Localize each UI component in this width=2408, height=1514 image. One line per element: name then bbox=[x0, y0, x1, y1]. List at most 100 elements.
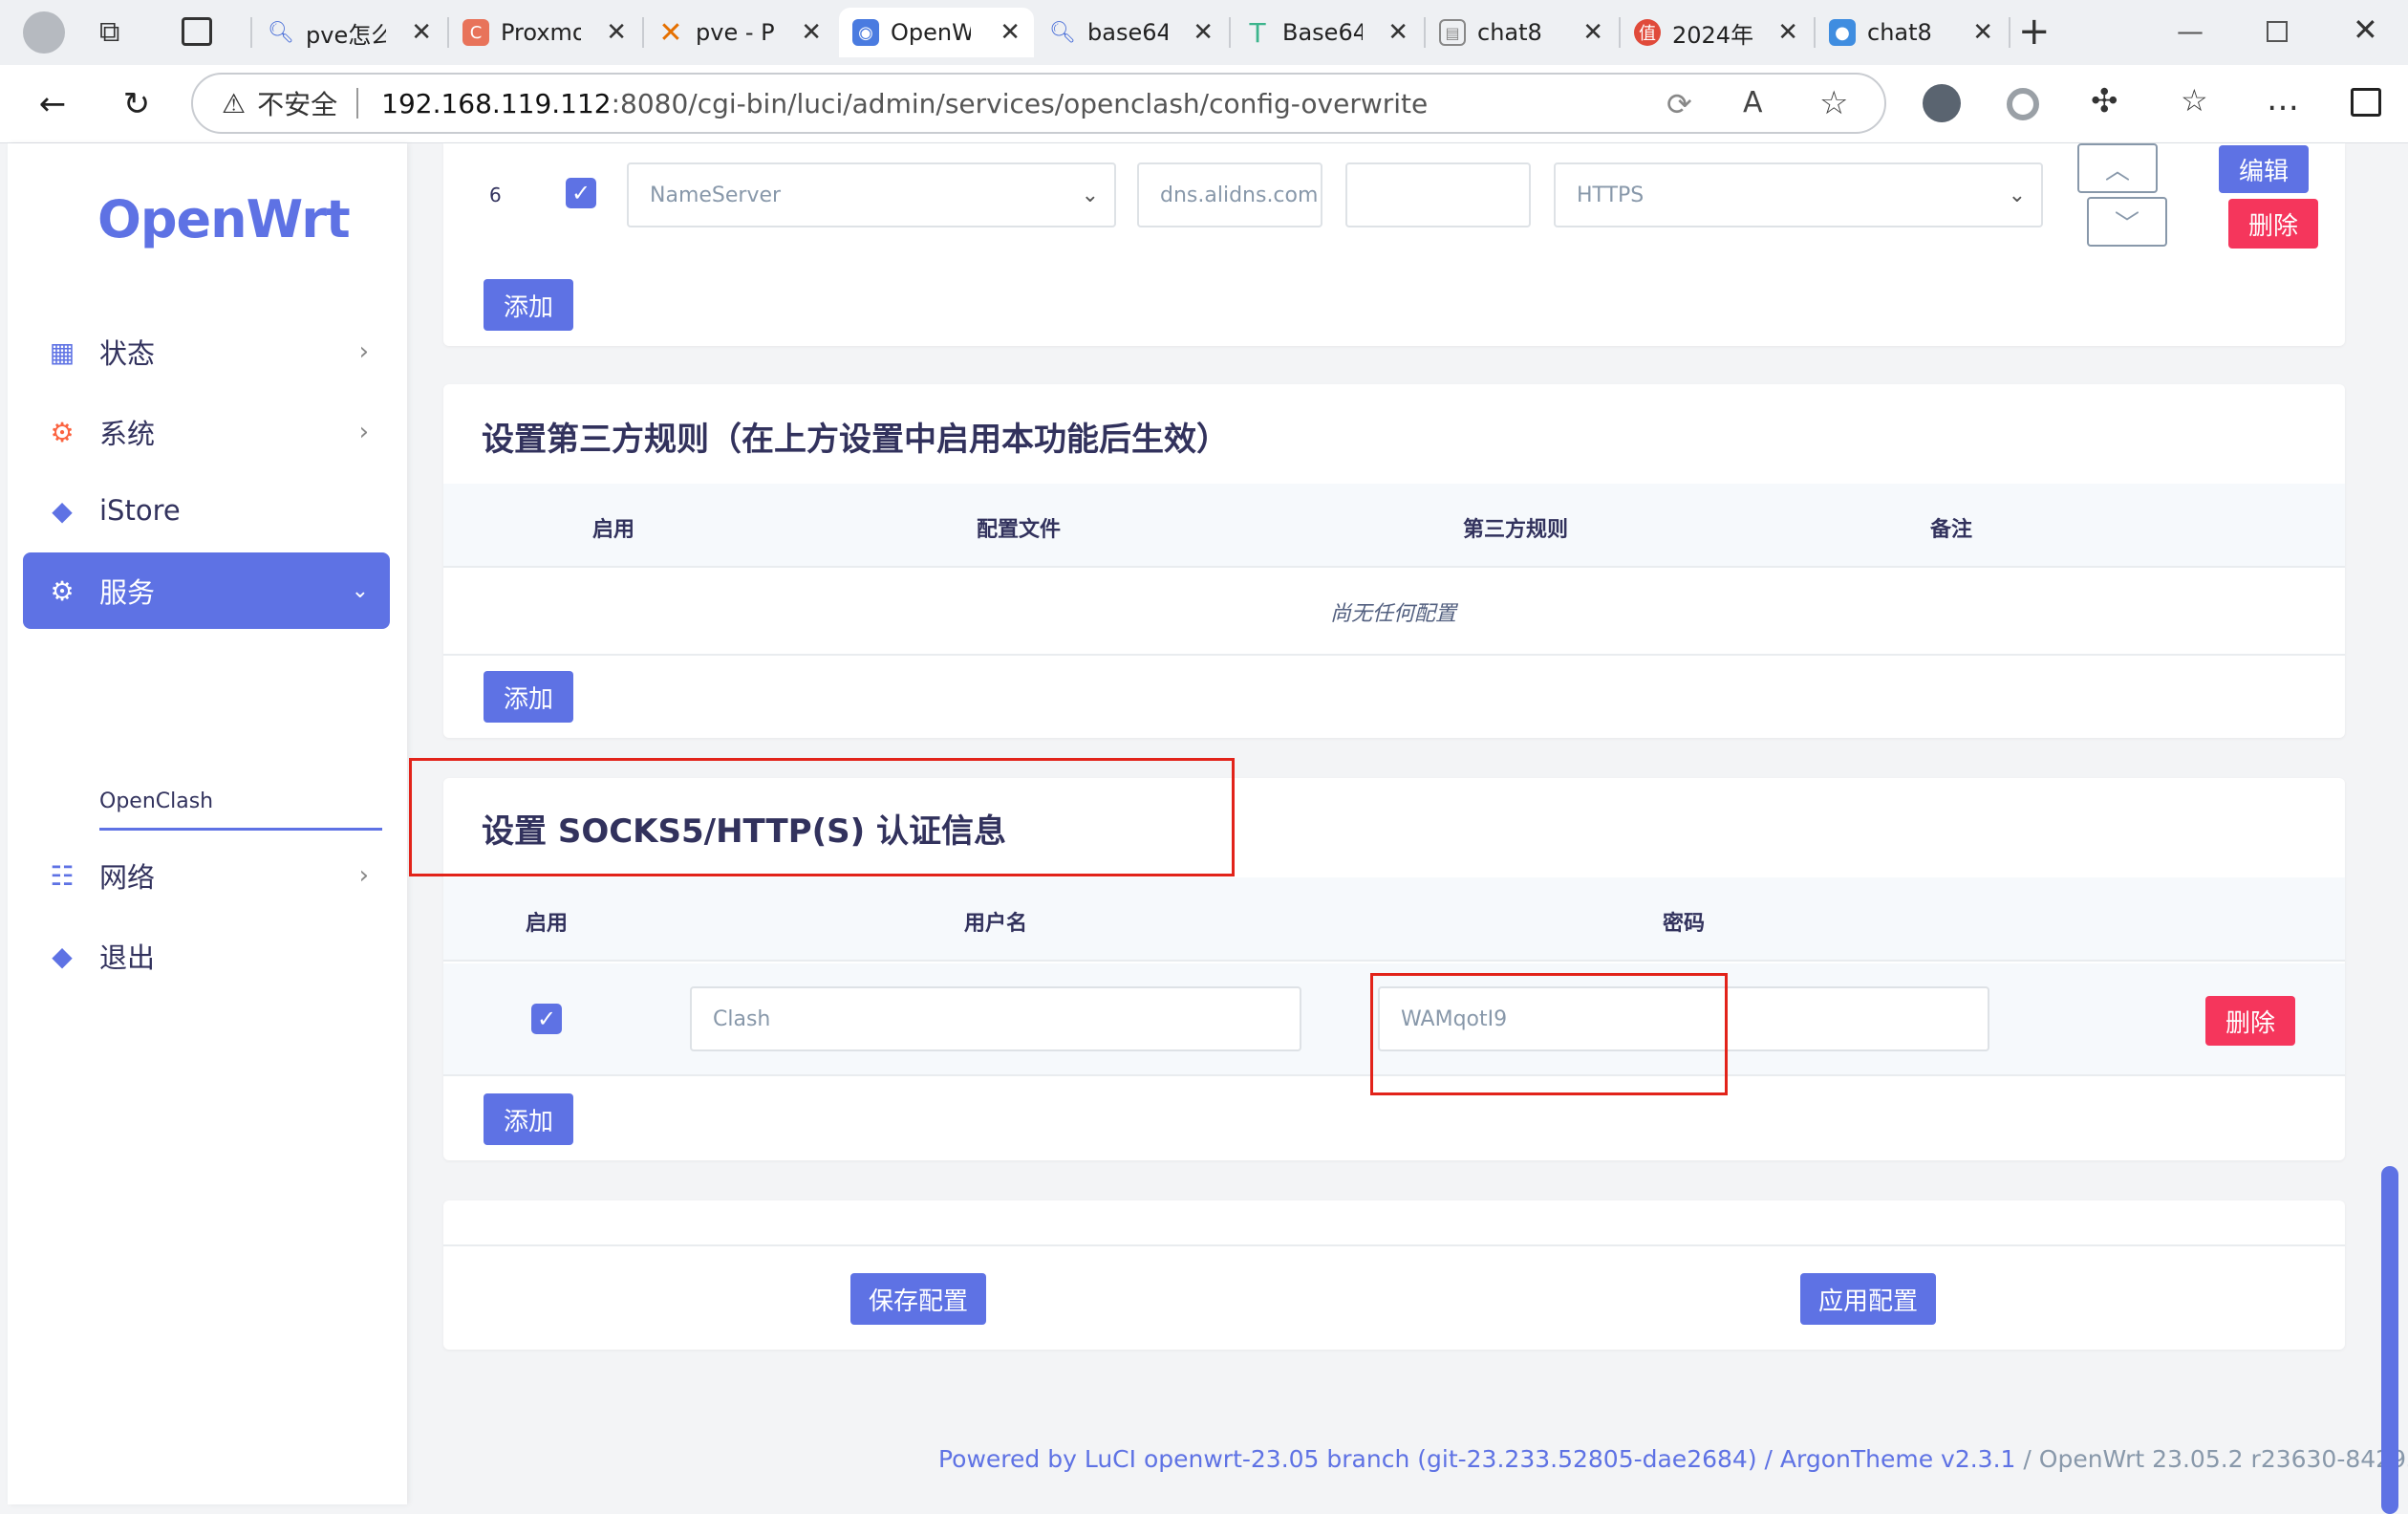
gear-icon: ⚙ bbox=[50, 416, 75, 448]
page-scrollbar[interactable] bbox=[2381, 1166, 2398, 1514]
close-tab-icon[interactable]: ✕ bbox=[1972, 18, 1993, 47]
sidebar-item-label: 退出 bbox=[99, 941, 156, 974]
close-tab-icon[interactable]: ✕ bbox=[411, 18, 432, 47]
record-icon[interactable] bbox=[2007, 88, 2039, 120]
profile-avatar[interactable] bbox=[23, 11, 65, 54]
input-value: Clash bbox=[713, 1006, 771, 1031]
browser-tab[interactable]: ▤ chat8 ✕ bbox=[1426, 8, 1617, 57]
chat-icon: ● bbox=[1829, 19, 1856, 46]
extension-icon[interactable] bbox=[1923, 84, 1961, 122]
empty-row-divider bbox=[443, 654, 2345, 656]
refresh-page-icon[interactable]: ⟳ bbox=[1666, 86, 1692, 122]
browser-tab[interactable]: T Base64 ✕ bbox=[1231, 8, 1422, 57]
edit-button[interactable]: 编辑 bbox=[2219, 145, 2309, 193]
footer-powered-link[interactable]: Powered by LuCI openwrt-23.05 branch (gi… bbox=[938, 1445, 1757, 1473]
column-header: 第三方规则 bbox=[1462, 518, 1569, 542]
sidebar-item-network[interactable]: ☷ 网络 › bbox=[23, 837, 390, 914]
sidebar-item-logout[interactable]: ◆ 退出 bbox=[23, 918, 390, 994]
chevron-down-icon: ⌄ bbox=[351, 578, 369, 603]
more-menu-icon[interactable]: … bbox=[2267, 80, 2299, 119]
sidebar-toggle-icon[interactable] bbox=[2351, 88, 2381, 117]
add-button[interactable]: 添加 bbox=[484, 1093, 573, 1145]
column-header: 配置文件 bbox=[976, 518, 1062, 542]
sidebar-item-status[interactable]: ▦ 状态 › bbox=[23, 314, 390, 390]
close-tab-icon[interactable]: ✕ bbox=[1582, 18, 1603, 47]
add-button[interactable]: 添加 bbox=[484, 671, 573, 723]
new-tab-icon[interactable]: + bbox=[2018, 10, 2051, 54]
dns-port-input[interactable] bbox=[1345, 162, 1531, 227]
search-icon: 🔍︎ bbox=[1049, 20, 1076, 45]
workspaces-icon[interactable]: ⧉ bbox=[99, 15, 134, 50]
tab-title: base64 bbox=[1087, 19, 1168, 46]
sidebar-item-system[interactable]: ⚙ 系统 › bbox=[23, 394, 390, 470]
browser-tab[interactable]: 🔍︎ base64 ✕ bbox=[1036, 8, 1227, 57]
browser-tab[interactable]: C Proxmox ✕ bbox=[449, 8, 640, 57]
delete-button[interactable]: 删除 bbox=[2205, 996, 2295, 1046]
restore-icon[interactable] bbox=[2267, 21, 2288, 42]
extensions-puzzle-icon[interactable]: ✣ bbox=[2091, 82, 2118, 120]
column-header: 用户名 bbox=[963, 912, 1028, 936]
close-tab-icon[interactable]: ✕ bbox=[1000, 18, 1021, 47]
url-bar[interactable]: ⚠ 不安全 192.168.119.112 :8080/cgi-bin/luci… bbox=[191, 73, 1886, 134]
browser-tab[interactable]: ✕ pve - Pr ✕ bbox=[644, 8, 835, 57]
move-up-button[interactable]: ︿ bbox=[2077, 143, 2158, 193]
tab-title: Proxmox bbox=[501, 19, 581, 46]
minimize-icon[interactable]: — bbox=[2177, 15, 2204, 47]
column-header: 启用 bbox=[525, 912, 569, 936]
network-icon: ☷ bbox=[50, 859, 75, 892]
dns-address-input[interactable]: dns.alidns.com bbox=[1137, 162, 1322, 227]
browser-tab[interactable]: ● chat8 ✕ bbox=[1816, 8, 2007, 57]
cube-icon: ◆ bbox=[52, 940, 73, 972]
browser-tab[interactable]: 值 2024年 ✕ bbox=[1621, 8, 1812, 57]
tab-actions-icon[interactable] bbox=[182, 17, 212, 46]
sidebar-item-istore[interactable]: ◆ iStore bbox=[23, 472, 390, 549]
footer-theme-link[interactable]: ArgonTheme v2.3.1 bbox=[1780, 1445, 2016, 1473]
browser-tab[interactable]: 🔍︎ pve怎么 ✕ bbox=[254, 8, 445, 57]
table-header: 启用 配置文件 第三方规则 备注 bbox=[443, 484, 2345, 568]
sidebar-item-label: 网络 bbox=[99, 861, 156, 894]
close-tab-icon[interactable]: ✕ bbox=[1387, 18, 1408, 47]
openwrt-logo[interactable]: OpenWrt bbox=[97, 189, 351, 249]
tool-icon: T bbox=[1249, 16, 1266, 49]
refresh-icon[interactable]: ↻ bbox=[113, 80, 161, 128]
dns-server-card: 6 ✓ NameServer ⌄ dns.alidns.com HTTPS ⌄ … bbox=[443, 143, 2345, 346]
save-config-button[interactable]: 保存配置 bbox=[850, 1273, 986, 1325]
dns-group-select[interactable]: NameServer ⌄ bbox=[627, 162, 1116, 227]
close-window-icon[interactable]: ✕ bbox=[2353, 11, 2378, 48]
sidebar-subitem-openclash[interactable]: OpenClash bbox=[99, 789, 213, 813]
close-tab-icon[interactable]: ✕ bbox=[1777, 18, 1798, 47]
empty-table-message: 尚无任何配置 bbox=[1329, 602, 1457, 626]
sidebar-item-services[interactable]: ⚙ 服务 ⌄ bbox=[23, 552, 390, 629]
chevron-right-icon: › bbox=[358, 337, 369, 366]
page-footer: Powered by LuCI openwrt-23.05 branch (gi… bbox=[938, 1445, 2408, 1473]
apply-config-button[interactable]: 应用配置 bbox=[1800, 1273, 1936, 1325]
browser-tab-active[interactable]: ◉ OpenWrt ✕ bbox=[839, 8, 1034, 57]
close-tab-icon[interactable]: ✕ bbox=[1193, 18, 1214, 47]
dns-type-select[interactable]: HTTPS ⌄ bbox=[1554, 162, 2043, 227]
column-header: 密码 bbox=[1662, 912, 1706, 936]
favorites-icon[interactable]: ☆ bbox=[2181, 82, 2208, 119]
dns-enable-checkbox[interactable]: ✓ bbox=[566, 178, 596, 208]
url-host: 192.168.119.112 bbox=[381, 87, 612, 119]
close-tab-icon[interactable]: ✕ bbox=[606, 18, 627, 47]
row-index: 6 bbox=[489, 184, 502, 206]
tab-title: pve怎么 bbox=[306, 21, 386, 49]
cube-icon: ◆ bbox=[52, 494, 73, 527]
proxmox-icon: C bbox=[462, 19, 489, 46]
delete-button[interactable]: 删除 bbox=[2228, 199, 2318, 249]
close-tab-icon[interactable]: ✕ bbox=[801, 18, 822, 47]
favorite-star-icon[interactable]: ☆ bbox=[1819, 84, 1848, 122]
username-input[interactable]: Clash bbox=[690, 986, 1301, 1051]
add-button[interactable]: 添加 bbox=[484, 279, 573, 331]
column-header: 备注 bbox=[1929, 518, 1973, 542]
chevron-right-icon: › bbox=[358, 418, 369, 446]
openwrt-icon: ◉ bbox=[852, 19, 879, 46]
tab-separator bbox=[250, 17, 252, 48]
card-title: 设置第三方规则（在上方设置中启用本功能后生效） bbox=[482, 421, 1229, 459]
auth-enable-checkbox[interactable]: ✓ bbox=[531, 1004, 562, 1034]
sidebar-item-label: 状态 bbox=[99, 337, 156, 370]
move-down-button[interactable]: ﹀ bbox=[2087, 197, 2167, 247]
read-aloud-icon[interactable]: A bbox=[1743, 86, 1763, 119]
tab-title: chat8 bbox=[1867, 19, 1932, 46]
back-icon[interactable]: ← bbox=[29, 80, 76, 128]
